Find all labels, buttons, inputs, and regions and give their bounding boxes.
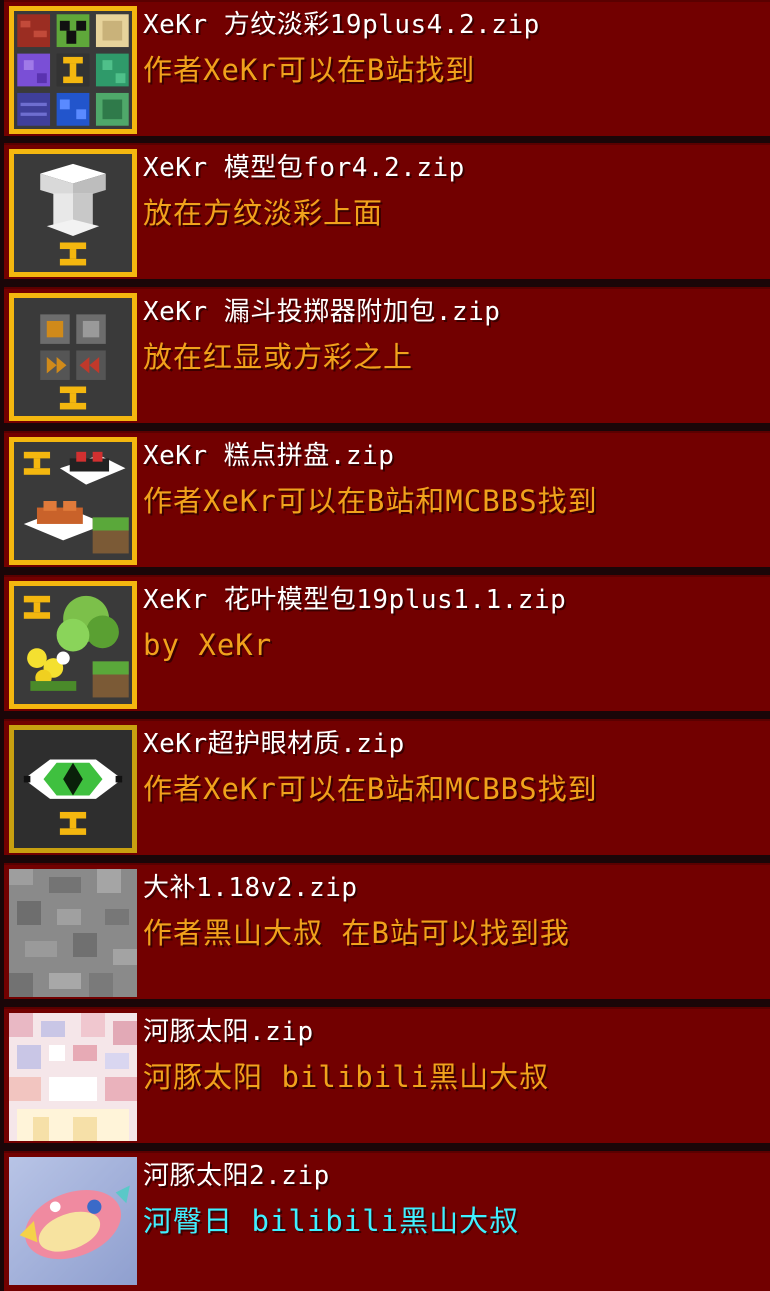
pack-description: 作者XeKr可以在B站和MCBBS找到	[143, 772, 598, 806]
pack-row[interactable]: XeKr 花叶模型包19plus1.1.zip by XeKr	[4, 575, 770, 711]
pack-title: XeKr 糕点拼盘.zip	[143, 441, 395, 471]
stone-texture-icon	[9, 869, 137, 997]
pack-title: XeKr超护眼材质.zip	[143, 729, 405, 759]
block-grid-icon	[9, 6, 137, 134]
green-eye-icon	[9, 725, 137, 853]
hopper-dispenser-icon	[9, 293, 137, 421]
pack-row[interactable]: 河豚太阳.zip 河豚太阳 bilibili黑山大叔	[4, 1007, 770, 1143]
resource-pack-list: XeKr 方纹淡彩19plus4.2.zip 作者XeKr可以在B站找到 XeK…	[0, 0, 770, 1291]
pack-title: XeKr 漏斗投掷器附加包.zip	[143, 297, 501, 327]
pack-description: by XeKr	[143, 628, 273, 662]
pack-description: 作者XeKr可以在B站和MCBBS找到	[143, 484, 598, 518]
pufferfish-pixel-icon	[9, 1013, 137, 1141]
pack-title: XeKr 花叶模型包19plus1.1.zip	[143, 585, 567, 615]
pack-title: 河豚太阳2.zip	[143, 1161, 330, 1191]
pack-description: 河臀日 bilibili黑山大叔	[143, 1204, 520, 1238]
pack-title: XeKr 模型包for4.2.zip	[143, 153, 465, 183]
pack-row[interactable]: XeKr超护眼材质.zip 作者XeKr可以在B站和MCBBS找到	[4, 719, 770, 855]
pack-row[interactable]: XeKr 方纹淡彩19plus4.2.zip 作者XeKr可以在B站找到	[4, 0, 770, 136]
pack-row[interactable]: 河豚太阳2.zip 河臀日 bilibili黑山大叔	[4, 1151, 770, 1291]
pack-description: 作者XeKr可以在B站找到	[143, 53, 476, 87]
cake-plate-icon	[9, 437, 137, 565]
pack-description: 放在红显或方彩之上	[143, 340, 414, 374]
pack-row[interactable]: XeKr 模型包for4.2.zip 放在方纹淡彩上面	[4, 143, 770, 279]
flower-leaf-icon	[9, 581, 137, 709]
pack-row[interactable]: XeKr 漏斗投掷器附加包.zip 放在红显或方彩之上	[4, 287, 770, 423]
pack-description: 放在方纹淡彩上面	[143, 196, 384, 230]
pufferfish-art-icon	[9, 1157, 137, 1285]
pack-title: 大补1.18v2.zip	[143, 873, 358, 903]
pack-description: 作者黑山大叔 在B站可以找到我	[143, 916, 570, 950]
pack-row[interactable]: XeKr 糕点拼盘.zip 作者XeKr可以在B站和MCBBS找到	[4, 431, 770, 567]
pack-title: 河豚太阳.zip	[143, 1017, 314, 1047]
pack-title: XeKr 方纹淡彩19plus4.2.zip	[143, 10, 540, 40]
pack-row[interactable]: 大补1.18v2.zip 作者黑山大叔 在B站可以找到我	[4, 863, 770, 999]
pack-description: 河豚太阳 bilibili黑山大叔	[143, 1060, 550, 1094]
pillar-model-icon	[9, 149, 137, 277]
